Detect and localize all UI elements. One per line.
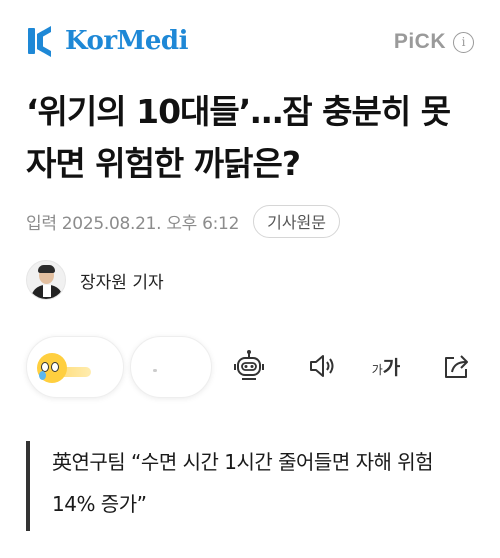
pick-label: PiCK <box>393 30 446 53</box>
info-icon[interactable]: i <box>453 31 474 53</box>
kormedi-logo-icon <box>26 25 58 58</box>
comment-reaction-button[interactable] <box>130 336 212 398</box>
author-name: 장자원 기자 <box>80 272 164 293</box>
robot-icon[interactable] <box>231 348 267 384</box>
author-row[interactable]: 장자원 기자 <box>26 257 164 303</box>
article-toolbar: 가가 <box>26 334 481 398</box>
logo-text: KorMedi <box>65 26 188 56</box>
publish-date: 입력 2025.08.21. 오후 6:12 <box>26 213 240 234</box>
article-title: ‘위기의 10대들’…잠 충분히 못 자면 위험한 까닭은? <box>26 92 451 183</box>
top-bar: KorMedi PiCK i <box>0 0 500 80</box>
kormedi-logo[interactable]: KorMedi <box>26 24 188 58</box>
font-large-glyph: 가 <box>382 356 401 379</box>
article-meta: 입력 2025.08.21. 오후 6:12 기사원문 <box>26 204 340 238</box>
font-size-icon[interactable]: 가가 <box>368 348 404 384</box>
pick-badge[interactable]: PiCK i <box>394 30 474 54</box>
speaker-icon[interactable] <box>304 348 340 384</box>
author-avatar <box>26 260 66 300</box>
reaction-button[interactable] <box>26 336 124 398</box>
dot-icon <box>153 369 157 372</box>
original-article-button[interactable]: 기사원문 <box>253 204 340 238</box>
crying-face-icon <box>37 353 67 383</box>
article-subheading: 英연구팀 “수면 시간 1시간 줄어들면 자해 위험 14% 증가” <box>26 441 481 531</box>
subheading-text: 英연구팀 “수면 시간 1시간 줄어들면 자해 위험 14% 증가” <box>52 450 434 516</box>
font-small-glyph: 가 <box>371 362 383 377</box>
share-icon[interactable] <box>438 348 474 384</box>
